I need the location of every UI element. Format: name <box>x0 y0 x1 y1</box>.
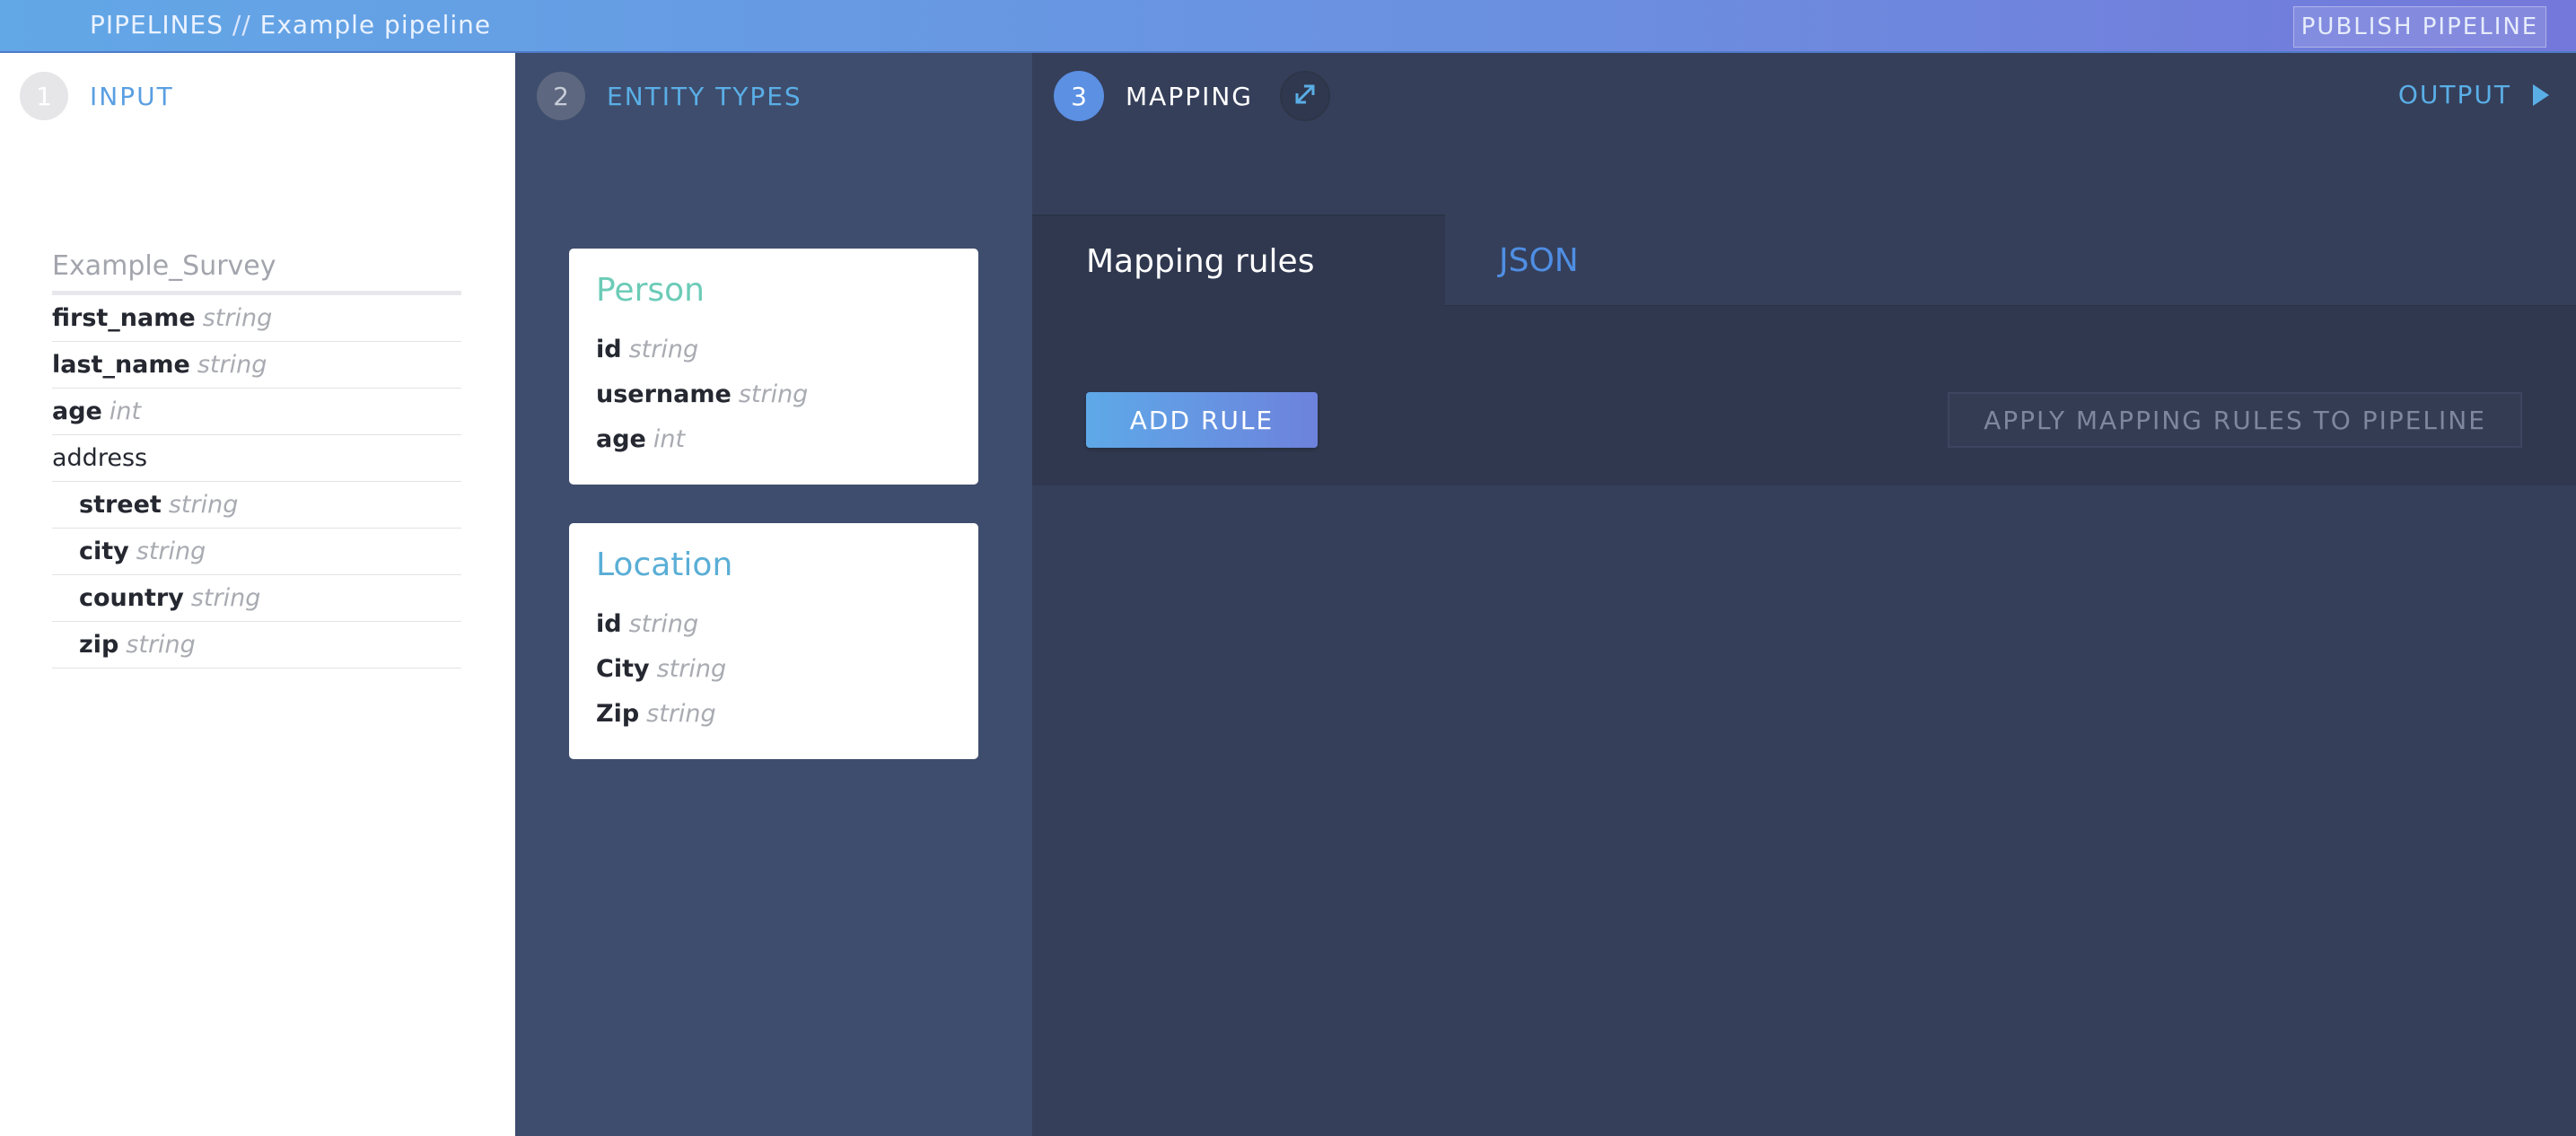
field-name: age <box>52 398 102 425</box>
field-name: Zip <box>596 699 640 728</box>
input-field-row[interactable]: age int <box>52 389 461 435</box>
field-group-name: address <box>52 444 148 472</box>
field-name: username <box>596 380 732 408</box>
input-field-row[interactable]: street string <box>52 482 461 529</box>
input-field-row[interactable]: zip string <box>52 622 461 668</box>
entity-field-row: age int <box>596 416 951 461</box>
tab-mapping-rules[interactable]: Mapping rules <box>1032 214 1445 306</box>
field-type: int <box>109 398 142 425</box>
schema-title: Example_Survey <box>52 250 461 295</box>
step-number-badge: 3 <box>1054 71 1104 121</box>
field-type: string <box>126 631 196 659</box>
input-schema: Example_Survey first_name string last_na… <box>52 250 461 668</box>
breadcrumb-pipelines-link[interactable]: PIPELINES <box>90 10 223 39</box>
breadcrumb: PIPELINES // Example pipeline <box>90 10 491 39</box>
pipeline-name: Example pipeline <box>259 10 492 39</box>
step-output-link[interactable]: OUTPUT <box>2398 80 2549 109</box>
field-type: string <box>628 335 699 363</box>
mapping-panel: 3 MAPPING OUTPUT Mapping rules JSON ADD … <box>1032 53 2576 1136</box>
entity-types-panel: 2 ENTITY TYPES Person id string username… <box>515 53 1032 1136</box>
top-bar: PIPELINES // Example pipeline PUBLISH PI… <box>0 0 2576 53</box>
input-field-row[interactable]: country string <box>52 575 461 622</box>
entity-field-row: City string <box>596 646 951 691</box>
step-output-label: OUTPUT <box>2397 80 2511 109</box>
field-type: string <box>136 537 206 565</box>
field-name: age <box>596 424 646 453</box>
field-type: string <box>190 584 261 612</box>
step-input-label: INPUT <box>90 81 174 111</box>
entity-title: Person <box>596 272 705 309</box>
field-type: int <box>653 424 686 453</box>
mapping-tabs: Mapping rules JSON <box>1032 214 2576 306</box>
field-type: string <box>646 699 716 728</box>
field-type: string <box>738 380 809 408</box>
field-name: first_name <box>52 304 196 332</box>
field-type: string <box>628 609 699 638</box>
expand-button[interactable] <box>1279 71 1330 121</box>
entity-field-row: Zip string <box>596 691 951 736</box>
input-field-row[interactable]: city string <box>52 529 461 575</box>
step-entity-types-label: ENTITY TYPES <box>607 81 802 111</box>
field-name: id <box>596 335 622 363</box>
field-name: city <box>79 537 129 565</box>
field-type: string <box>197 351 267 379</box>
step-mapping-label: MAPPING <box>1126 81 1253 111</box>
add-rule-button[interactable]: ADD RULE <box>1086 392 1318 448</box>
field-name: street <box>79 491 162 519</box>
entity-field-row: id string <box>596 327 951 371</box>
input-field-group[interactable]: address <box>52 435 461 482</box>
publish-pipeline-button[interactable]: PUBLISH PIPELINE <box>2293 6 2546 48</box>
apply-mapping-rules-button[interactable]: APPLY MAPPING RULES TO PIPELINE <box>1948 392 2522 448</box>
field-type: string <box>656 654 727 683</box>
expand-arrows-icon <box>1292 81 1319 111</box>
input-panel: 1 INPUT Example_Survey first_name string… <box>0 53 515 1136</box>
entity-card-location[interactable]: Location id string City string Zip strin… <box>569 523 978 759</box>
input-field-row[interactable]: last_name string <box>52 342 461 389</box>
mapping-toolbar: ADD RULE APPLY MAPPING RULES TO PIPELINE <box>1032 306 2576 485</box>
field-name: country <box>79 584 184 612</box>
entity-field-row: id string <box>596 601 951 646</box>
field-type: string <box>202 304 273 332</box>
entity-field-row: username string <box>596 371 951 416</box>
field-name: zip <box>79 631 119 659</box>
step-mapping-header: 3 MAPPING <box>1054 71 1330 121</box>
step-input-header[interactable]: 1 INPUT <box>20 71 174 121</box>
entity-card-person[interactable]: Person id string username string age int <box>569 249 978 485</box>
input-field-row[interactable]: first_name string <box>52 295 461 342</box>
triangle-right-icon <box>2533 83 2549 106</box>
step-entity-types-header[interactable]: 2 ENTITY TYPES <box>537 71 802 121</box>
tab-json[interactable]: JSON <box>1445 214 1804 306</box>
breadcrumb-separator: // <box>223 10 260 39</box>
field-type: string <box>168 491 239 519</box>
field-name: id <box>596 609 622 638</box>
step-number-badge: 1 <box>20 72 68 120</box>
entity-title: Location <box>596 546 733 583</box>
step-number-badge: 2 <box>537 72 585 120</box>
field-name: City <box>596 654 650 683</box>
field-name: last_name <box>52 351 190 379</box>
